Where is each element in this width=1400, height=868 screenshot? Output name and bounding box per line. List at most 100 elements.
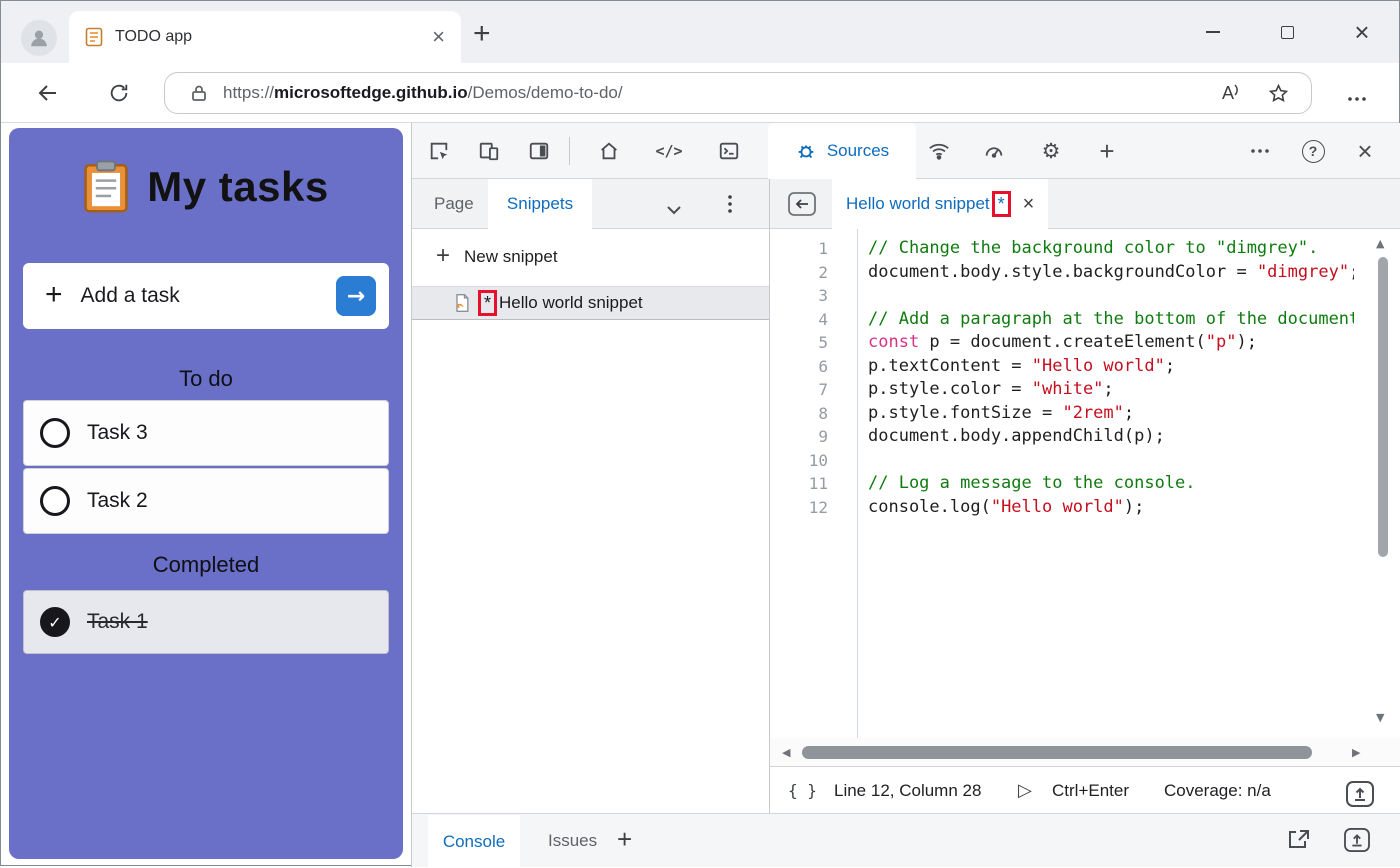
address-bar[interactable]: https://microsoftedge.github.io/Demos/de…	[164, 72, 1312, 114]
favorites-star-icon[interactable]	[1268, 83, 1289, 104]
help-button[interactable]: ?	[1293, 131, 1333, 171]
hide-navigator-button[interactable]	[788, 192, 816, 221]
navigator-menu-button[interactable]	[728, 195, 732, 218]
url-scheme: https://	[223, 83, 274, 102]
wifi-icon	[928, 140, 950, 162]
plus-icon: +	[1099, 136, 1114, 167]
add-task-input[interactable]: + Add a task →	[23, 263, 389, 329]
editor-tab-hello-world-snippet[interactable]: Hello world snippet * ×	[832, 179, 1048, 229]
scroll-left-arrow[interactable]: ◀	[782, 746, 790, 759]
network-tool-button[interactable]	[919, 131, 959, 171]
refresh-icon	[108, 82, 130, 104]
gutter-divider	[857, 229, 858, 738]
drawer-tab-issues[interactable]: Issues	[534, 814, 611, 868]
navigator-tabs: Page Snippets	[412, 179, 769, 229]
back-arrow-icon	[36, 81, 60, 105]
cursor-position: Line 12, Column 28	[834, 767, 981, 814]
kebab-menu-icon	[728, 195, 732, 213]
read-aloud-button[interactable]: A	[1222, 83, 1242, 104]
editor-tabbar: Hello world snippet * ×	[770, 179, 1400, 229]
devtools-drawer: Console Issues +	[412, 813, 1400, 867]
task-row[interactable]: Task 3	[23, 400, 389, 466]
console-icon	[718, 140, 740, 162]
tab-page[interactable]: Page	[412, 179, 496, 229]
elements-tool-button[interactable]: </>	[649, 131, 689, 171]
console-tool-button[interactable]	[709, 131, 749, 171]
home-icon	[598, 140, 620, 162]
tab-sources[interactable]: Sources	[768, 123, 916, 179]
snippet-list-item[interactable]: * Hello world snippet	[412, 286, 769, 320]
devtools-toolbar: </> Sources ⚙ +	[412, 123, 1400, 179]
panel-collapse-left-icon	[788, 192, 816, 216]
coverage-label: Coverage: n/a	[1164, 767, 1271, 814]
plus-icon: +	[45, 278, 63, 312]
toolbar-separator	[569, 137, 570, 165]
more-tabs-button[interactable]	[667, 200, 681, 220]
task-checkbox[interactable]	[40, 486, 70, 516]
browser-navbar: https://microsoftedge.github.io/Demos/de…	[1, 63, 1399, 123]
maximize-icon	[1281, 26, 1294, 39]
url-host: microsoftedge.github.io	[274, 83, 468, 102]
dock-side-button[interactable]	[519, 131, 559, 171]
vertical-scrollbar-thumb[interactable]	[1378, 257, 1388, 557]
more-tools-button[interactable]: +	[1087, 131, 1127, 171]
checkmark-icon: ✓	[48, 613, 61, 632]
close-devtools-button[interactable]: ×	[1345, 131, 1385, 171]
snippet-file-icon	[452, 293, 472, 313]
browser-tab[interactable]: TODO app ×	[69, 11, 461, 63]
browser-titlebar: TODO app × + ×	[1, 1, 1399, 63]
inspect-button[interactable]	[419, 131, 459, 171]
lock-icon[interactable]	[191, 84, 207, 102]
scroll-down-arrow[interactable]: ▼	[1376, 711, 1384, 724]
task-row[interactable]: ✓ Task 1	[23, 590, 389, 654]
tab-snippets[interactable]: Snippets	[488, 179, 592, 229]
url-path: /Demos/demo-to-do/	[468, 83, 623, 102]
todo-section-heading: To do	[9, 366, 403, 392]
refresh-button[interactable]	[101, 77, 137, 109]
task-row[interactable]: Task 2	[23, 468, 389, 534]
profile-avatar[interactable]	[21, 20, 57, 56]
maximize-button[interactable]	[1267, 15, 1307, 49]
close-button[interactable]: ×	[1342, 15, 1382, 49]
unsaved-marker: *	[484, 293, 491, 314]
close-tab-icon[interactable]: ×	[1023, 193, 1035, 216]
add-task-submit-button[interactable]: →	[336, 276, 376, 316]
expand-drawer-button[interactable]	[1344, 828, 1370, 857]
box-up-arrow-icon	[1346, 781, 1374, 807]
pretty-print-button[interactable]: { }	[788, 767, 817, 814]
scroll-right-arrow[interactable]: ▶	[1352, 746, 1360, 759]
url-text: https://microsoftedge.github.io/Demos/de…	[223, 83, 1222, 103]
horizontal-scrollbar[interactable]: ◀ ▶	[770, 738, 1400, 766]
snippet-name: Hello world snippet	[499, 293, 643, 313]
application-tool-button[interactable]: ⚙	[1031, 131, 1071, 171]
device-toolbar-button[interactable]	[469, 131, 509, 171]
browser-menu-button[interactable]	[1339, 83, 1375, 115]
scroll-up-arrow[interactable]: ▲	[1376, 237, 1384, 250]
minimize-button[interactable]	[1193, 15, 1233, 49]
run-shortcut-label: Ctrl+Enter	[1052, 767, 1129, 814]
new-tab-button[interactable]: +	[473, 17, 491, 51]
code-content[interactable]: // Change the background color to "dimgr…	[868, 237, 1354, 519]
task-checkbox[interactable]	[40, 418, 70, 448]
sources-navigator: Page Snippets + New snippet * Hello worl…	[412, 179, 770, 813]
customize-devtools-button[interactable]	[1240, 131, 1280, 171]
help-icon: ?	[1302, 140, 1325, 163]
horizontal-scrollbar-thumb[interactable]	[802, 746, 1312, 759]
dock-drawer-button[interactable]	[1287, 828, 1311, 855]
welcome-tool-button[interactable]	[589, 131, 629, 171]
performance-tool-button[interactable]	[974, 131, 1014, 171]
sources-tab-label: Sources	[827, 141, 889, 161]
gear-icon: ⚙	[1042, 139, 1061, 163]
new-snippet-label: New snippet	[464, 247, 558, 267]
annotation-box-unsaved-tab: *	[992, 191, 1011, 217]
close-icon: ×	[1354, 19, 1369, 45]
completed-section-heading: Completed	[9, 552, 403, 578]
sources-editor: Hello world snippet * × 123456789101112 …	[770, 179, 1400, 813]
task-checkbox-checked[interactable]: ✓	[40, 607, 70, 637]
back-button[interactable]	[30, 77, 66, 109]
tab-close-icon[interactable]: ×	[432, 26, 445, 48]
more-drawer-tools-button[interactable]: +	[617, 824, 632, 855]
new-snippet-button[interactable]: + New snippet	[412, 239, 558, 275]
code-editor[interactable]: 123456789101112 // Change the background…	[770, 229, 1400, 738]
drawer-tab-console[interactable]: Console	[428, 815, 520, 868]
